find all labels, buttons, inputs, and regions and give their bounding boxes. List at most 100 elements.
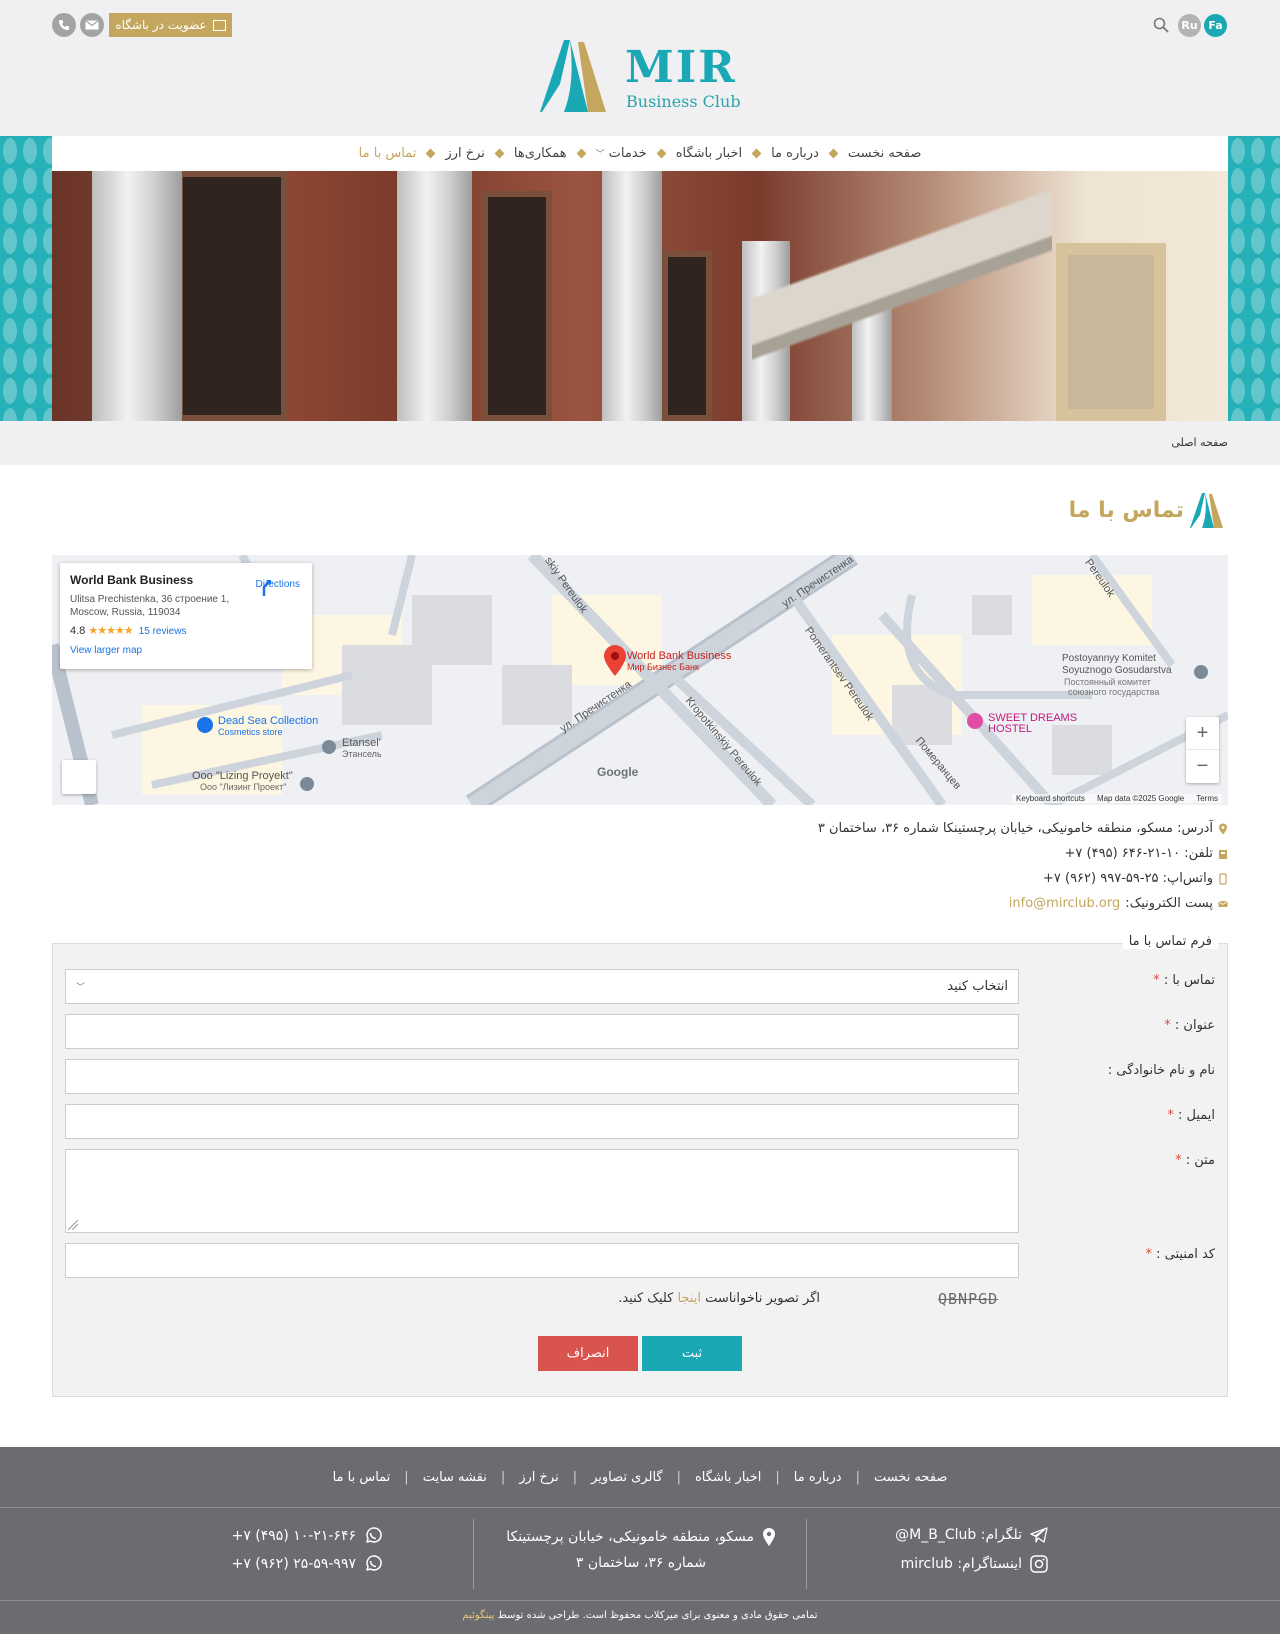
subject-input[interactable] (65, 1014, 1019, 1049)
logo-name: MIR (625, 42, 737, 93)
nav-item-services[interactable]: خدمات ﹀ (585, 146, 658, 161)
designer-link[interactable]: پینگوئیم (462, 1610, 494, 1621)
map-camera-control[interactable] (62, 760, 96, 794)
map-terms-link[interactable]: Terms (1196, 794, 1218, 803)
nav-item-news[interactable]: اخبار باشگاه (665, 146, 753, 161)
required-marker: * (1164, 1018, 1171, 1033)
map-label-etansel: Etansel' (342, 737, 381, 749)
mobile-icon (1219, 872, 1227, 885)
hero-cornice (752, 171, 1052, 421)
footer-link-currency[interactable]: نرخ ارز (519, 1470, 558, 1485)
footer-phone-1[interactable]: ۱۰-۲۱-۶۴۶ (۴۹۵) ۷+ (232, 1527, 382, 1545)
map-label-dead-sea-sub: Cosmetics store (218, 727, 283, 737)
field-label-captcha-text: کد امنیتی : (1156, 1247, 1215, 1262)
hero-column (602, 171, 662, 421)
breadcrumb[interactable]: صفحه اصلی (1171, 436, 1228, 449)
site-logo[interactable]: MIR Business Club (540, 36, 745, 114)
required-marker: * (1175, 1153, 1182, 1168)
place-pin-icon[interactable] (1194, 665, 1208, 679)
lang-fa-button[interactable]: Fa (1204, 14, 1227, 37)
join-club-button[interactable]: عضویت در باشگاه (109, 13, 232, 37)
google-map[interactable]: World Bank Business Ulitsa Prechistenka,… (52, 555, 1228, 805)
nav-item-partners[interactable]: همکاری‌ها (503, 146, 578, 161)
zoom-in-button[interactable]: + (1186, 717, 1219, 750)
location-icon (763, 1528, 775, 1546)
footer-link-home[interactable]: صفحه نخست (874, 1470, 947, 1485)
contact-address: آدرس: مسکو، منطقه خامونیکی، خیابان پرچست… (818, 821, 1228, 836)
zoom-out-button[interactable]: − (1186, 750, 1219, 783)
footer-separator: | (775, 1469, 780, 1485)
nav-item-home[interactable]: صفحه نخست (837, 146, 932, 161)
footer-address-2: شماره ۳۶، ساختمان ۳ (576, 1555, 706, 1571)
resize-handle-icon[interactable] (68, 1220, 78, 1230)
map-label-komitet-1: Postoyannyy Komitet (1062, 653, 1156, 664)
footer-link-contact[interactable]: تماس با ما (333, 1470, 391, 1485)
lang-ru-button[interactable]: Ru (1178, 14, 1201, 37)
place-pin-icon[interactable] (300, 777, 314, 791)
field-label-email-text: ایمیل : (1177, 1108, 1215, 1123)
hero-window-frame (1056, 243, 1166, 421)
place-pin-icon[interactable] (322, 740, 336, 754)
required-marker: * (1153, 973, 1160, 988)
footer-link-about[interactable]: درباره ما (794, 1470, 842, 1485)
footer-link-sitemap[interactable]: نقشه سایت (423, 1470, 487, 1485)
whatsapp-icon (366, 1527, 382, 1543)
contact-with-select[interactable]: انتخاب کنید ﹀ (65, 969, 1019, 1004)
footer-phone-2-text: ۲۵-۵۹-۹۹۷ (۹۶۲) ۷+ (231, 1556, 356, 1572)
footer-phone-2[interactable]: ۲۵-۵۹-۹۹۷ (۹۶۲) ۷+ (232, 1555, 382, 1573)
mail-icon[interactable] (80, 13, 104, 37)
footer-divider (0, 1507, 1280, 1508)
footer-link-gallery[interactable]: گالری تصاویر (591, 1470, 663, 1485)
footer-link-news[interactable]: اخبار باشگاه (695, 1470, 761, 1485)
keyboard-shortcuts-link[interactable]: Keyboard shortcuts (1016, 794, 1085, 803)
directions-button[interactable]: Directions (256, 579, 300, 596)
map-label-komitet-4: союзного государства (1068, 687, 1160, 697)
footer-separator: | (676, 1469, 681, 1485)
map-label-komitet-3: Постоянный комитет (1064, 677, 1151, 687)
contact-whatsapp-text: واتس‌اپ: ۲۵-۵۹-۹۹۷ (۹۶۲) ۷+ (1042, 871, 1213, 886)
instagram-icon (1030, 1555, 1048, 1573)
footer-column-divider (806, 1519, 807, 1589)
title-logo-icon (1190, 493, 1223, 528)
footer-telegram[interactable]: تلگرام: M_B_Club@ (895, 1527, 1048, 1543)
page-title-text: تماس با ما (1068, 497, 1184, 523)
cancel-button[interactable]: انصراف (538, 1336, 638, 1371)
map-pin-sublabel: Мир Бизнес Банк (627, 662, 699, 672)
contact-email-label: پست الکترونیک: (1125, 896, 1213, 911)
fullname-input[interactable] (65, 1059, 1019, 1094)
chevron-down-icon: ﹀ (76, 983, 86, 993)
view-larger-map-link[interactable]: View larger map (70, 645, 302, 656)
footer-address-line-1: مسکو، منطقه خامونیکی، خیابان پرچستینکا (506, 1529, 754, 1545)
shop-pin-icon[interactable] (197, 717, 213, 733)
map-zoom-control: + − (1186, 717, 1219, 783)
map-footer: Keyboard shortcuts Map data ©2025 Google… (1012, 794, 1223, 803)
captcha-refresh-post: کلیک کنید. (618, 1291, 674, 1306)
decorative-pattern-left (0, 136, 52, 421)
required-marker: * (1167, 1108, 1174, 1123)
field-label-contact-with-text: تماس با : (1163, 973, 1215, 988)
search-icon[interactable] (1152, 16, 1170, 34)
contact-email-link[interactable]: info@mirclub.org (1009, 896, 1120, 911)
submit-button[interactable]: ثبت (642, 1336, 742, 1371)
footer-telegram-text: تلگرام: M_B_Club@ (895, 1527, 1022, 1543)
map-reviews-link[interactable]: 15 reviews (139, 626, 187, 637)
map-label-dead-sea: Dead Sea Collection (218, 715, 319, 727)
copyright: تمامی حقوق مادی و معنوی برای میرکلاب محف… (0, 1610, 1280, 1621)
logo-tagline: Business Club (626, 92, 741, 111)
nav-item-currency[interactable]: نرخ ارز (434, 146, 495, 161)
hotel-pin-icon[interactable] (967, 713, 983, 729)
map-place-address: Ulitsa Prechistenka, 36 строение 1, Mosc… (70, 594, 230, 618)
email-input[interactable] (65, 1104, 1019, 1139)
phone-icon[interactable] (52, 13, 76, 37)
required-marker: * (1145, 1247, 1153, 1262)
captcha-input[interactable] (65, 1243, 1019, 1278)
nav-item-about[interactable]: درباره ما (760, 146, 830, 161)
footer-instagram[interactable]: اینستاگرام: mirclub (901, 1555, 1048, 1573)
captcha-refresh-link[interactable]: اینجا (678, 1291, 702, 1306)
footer-address: مسکو، منطقه خامونیکی، خیابان پرچستینکا (506, 1527, 776, 1547)
map-pin-icon[interactable] (602, 645, 628, 677)
map-data-label: Map data ©2025 Google (1096, 794, 1185, 803)
nav-item-contact[interactable]: تماس با ما (348, 146, 428, 161)
map-label-hostel-2: HOSTEL (988, 723, 1033, 735)
message-textarea[interactable] (65, 1149, 1019, 1233)
